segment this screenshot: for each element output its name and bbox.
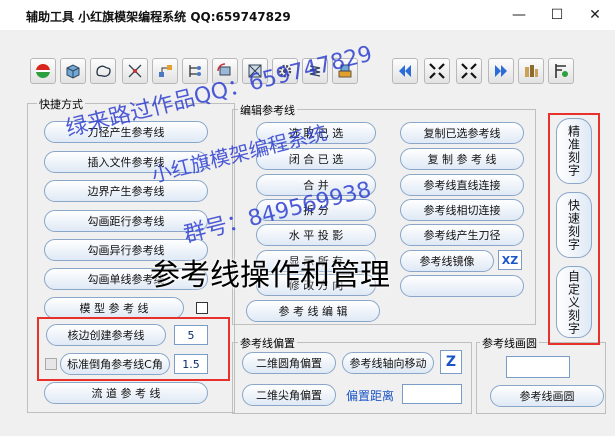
edge-create-value[interactable]: 5 [174, 325, 208, 345]
double-right-icon[interactable] [488, 58, 514, 84]
chamfer-value[interactable]: 1.5 [174, 354, 208, 374]
red-green-circle-icon[interactable] [30, 58, 56, 84]
copy-ref-button[interactable]: 复 制 参 考 线 [400, 148, 524, 170]
overlay-caption: 参考线操作和管理 [150, 258, 390, 293]
window-title: 辅助工具 小红旗模架编程系统 QQ:659747829 [26, 10, 291, 24]
close-button[interactable]: ✕ [576, 0, 614, 30]
offset-distance-label: 偏置距离 [344, 387, 397, 404]
wire-node-icon[interactable] [122, 58, 148, 84]
model-ref-checkbox[interactable] [196, 302, 208, 314]
copy-chosen-ref-button[interactable]: 复制已选参考线 [400, 122, 524, 144]
caliper-icon[interactable] [548, 58, 574, 84]
circle-group-label: 参考线画圆 [480, 335, 539, 351]
offset-group-label: 参考线偏置 [238, 335, 297, 351]
ref-tangent-connect-button[interactable]: 参考线相切连接 [400, 199, 524, 221]
precise-engrave-button[interactable]: 精准刻字 [556, 118, 592, 184]
boundary-ref-button[interactable]: 边界产生参考线 [44, 180, 208, 202]
ref-draw-circle-button[interactable]: 参考线画圆 [490, 385, 604, 407]
chamfer-checkbox[interactable] [45, 358, 57, 370]
runner-ref-button[interactable]: 流 道 参 考 线 [44, 382, 208, 404]
blob-outline-icon[interactable] [90, 58, 116, 84]
ref-extra-button[interactable] [400, 275, 524, 297]
model-ref-button[interactable]: 模 型 参 考 线 [44, 297, 184, 319]
fast-engrave-button[interactable]: 快速刻字 [556, 192, 592, 258]
axial-move-button[interactable]: 参考线轴向移动 [342, 352, 434, 374]
round-offset-button[interactable]: 二维圆角偏置 [242, 352, 336, 374]
ref-mirror-button[interactable]: 参考线镜像 [400, 250, 494, 272]
ref-tool-radius-button[interactable]: 参考线产生刀径 [400, 224, 524, 246]
custom-engrave-button[interactable]: 自定义刻字 [556, 266, 592, 338]
cylinders-icon[interactable] [518, 58, 544, 84]
ref-edit-button[interactable]: 参 考 线 编 辑 [246, 300, 380, 322]
cube-icon[interactable] [60, 58, 86, 84]
expand-corners-icon[interactable] [456, 58, 482, 84]
minimize-button[interactable]: — [500, 0, 538, 30]
fast-engrave-label: 快速刻字 [566, 199, 581, 251]
edge-create-ref-button[interactable]: 核边创建参考线 [46, 324, 166, 346]
circle-value-input[interactable] [506, 356, 570, 378]
shrink-corners-icon[interactable] [424, 58, 450, 84]
sharp-offset-button[interactable]: 二维尖角偏置 [242, 384, 336, 406]
xz-toggle[interactable]: XZ [498, 250, 522, 270]
z-axis-toggle[interactable]: Z [440, 350, 462, 374]
precise-engrave-label: 精准刻字 [566, 125, 581, 177]
chamfer-ref-button[interactable]: 标准倒角参考线C角 [60, 353, 170, 375]
edit-group-label: 编辑参考线 [238, 102, 297, 118]
offset-distance-input[interactable] [402, 384, 462, 404]
maximize-button[interactable]: ☐ [538, 0, 576, 30]
app-window: 辅助工具 小红旗模架编程系统 QQ:659747829 — ☐ ✕ 快捷方式 刀… [0, 0, 615, 436]
title-bar: 辅助工具 小红旗模架编程系统 QQ:659747829 — ☐ ✕ [0, 0, 615, 30]
tree-branch-icon[interactable] [152, 58, 178, 84]
ref-line-connect-button[interactable]: 参考线直线连接 [400, 174, 524, 196]
double-left-icon[interactable] [392, 58, 418, 84]
custom-engrave-label: 自定义刻字 [566, 269, 581, 335]
